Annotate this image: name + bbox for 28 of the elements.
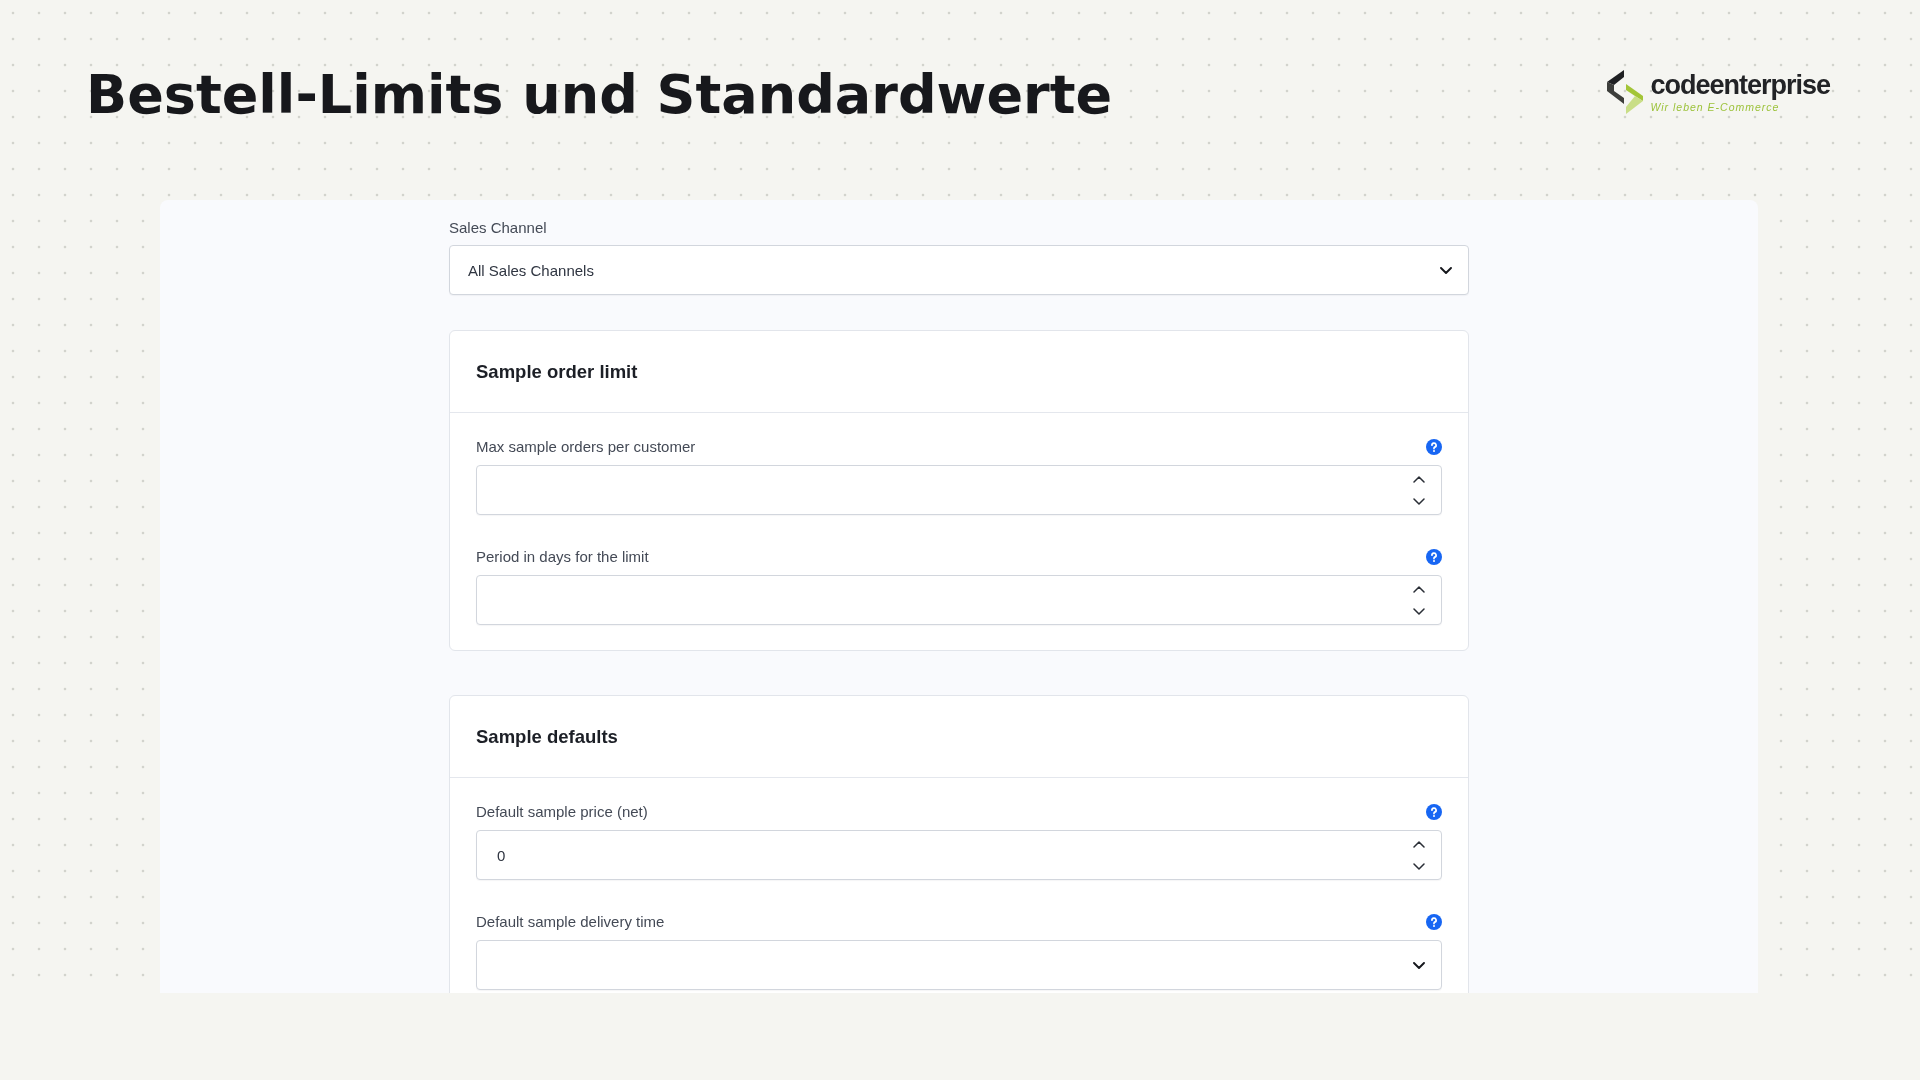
- chevron-down-icon[interactable]: [1413, 862, 1425, 870]
- number-field[interactable]: [476, 465, 1442, 515]
- field-label: Period in days for the limit: [476, 547, 649, 567]
- page-title: Bestell-Limits und Standardwerte: [86, 65, 1113, 125]
- help-icon[interactable]: [1426, 914, 1442, 930]
- number-field[interactable]: [476, 575, 1442, 625]
- field-label: Default sample price (net): [476, 802, 648, 822]
- field-label: Max sample orders per customer: [476, 437, 696, 457]
- sales-channel-select[interactable]: All Sales Channels: [449, 245, 1469, 295]
- logo-tagline: Wir leben E-Commerce: [1650, 100, 1781, 113]
- number-field[interactable]: 0: [476, 830, 1442, 880]
- card-title: Sample order limit: [476, 360, 638, 383]
- chevron-down-icon[interactable]: [1413, 497, 1425, 505]
- logo-wordmark: codeenterprise: [1650, 71, 1830, 98]
- chevron-down-icon[interactable]: [1440, 266, 1452, 274]
- help-icon[interactable]: [1426, 804, 1442, 820]
- help-icon[interactable]: [1426, 549, 1442, 565]
- help-icon[interactable]: [1426, 439, 1442, 455]
- field-label: Sales Channel: [449, 218, 547, 238]
- chevron-up-icon[interactable]: [1413, 475, 1425, 483]
- select-field[interactable]: [476, 940, 1442, 990]
- card-title: Sample defaults: [476, 725, 618, 748]
- logo-icon: [1607, 70, 1644, 114]
- chevron-down-icon[interactable]: [1413, 607, 1425, 615]
- chevron-up-icon[interactable]: [1413, 840, 1425, 848]
- field-label: Default sample delivery time: [476, 912, 665, 932]
- chevron-down-icon[interactable]: [1413, 961, 1425, 969]
- chevron-up-icon[interactable]: [1413, 585, 1425, 593]
